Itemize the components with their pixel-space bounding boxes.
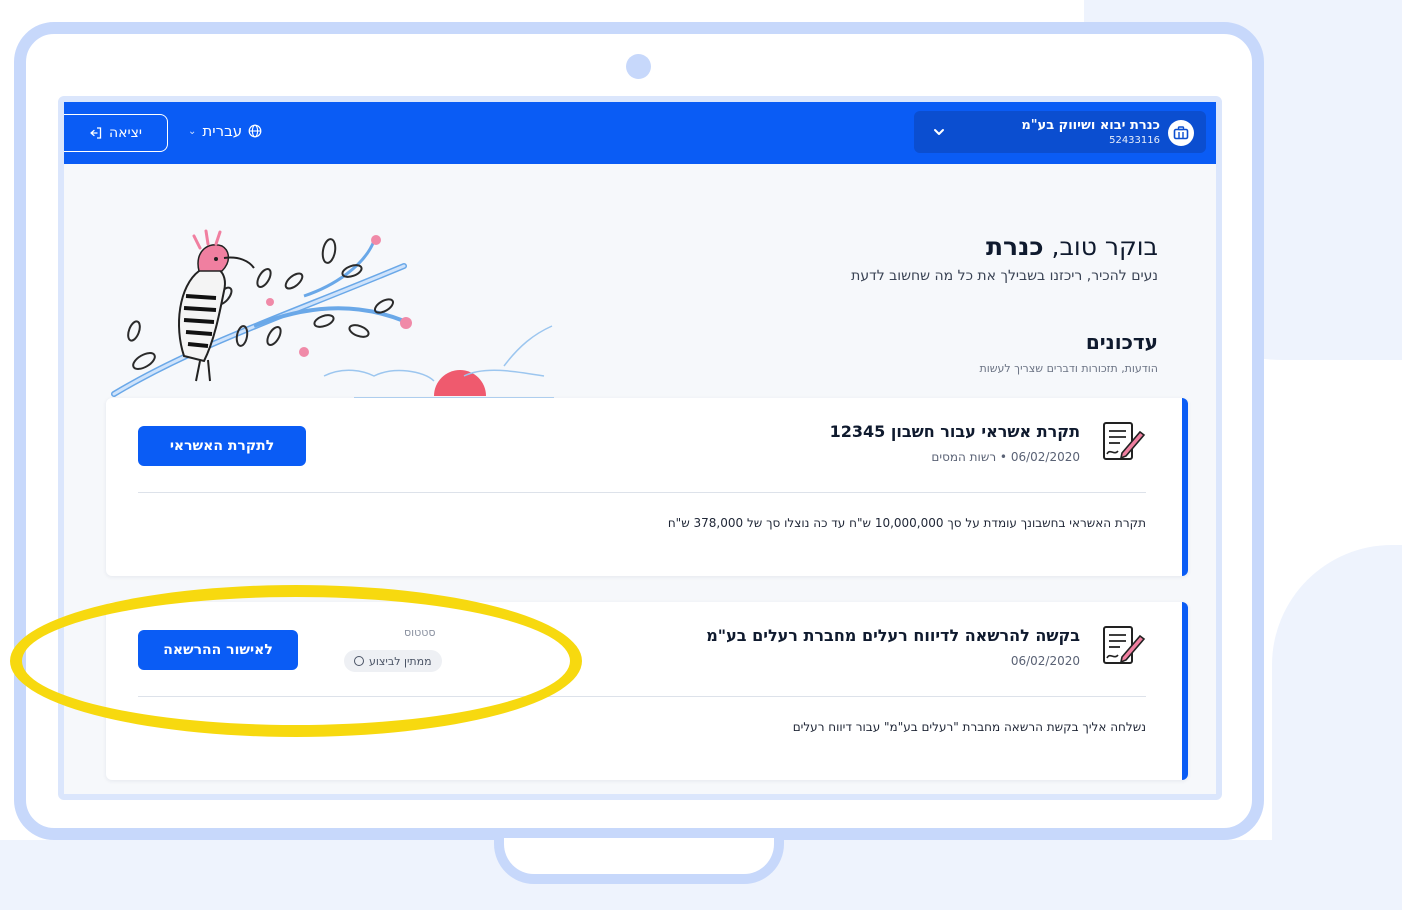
card-description: תקרת האשראי בחשבונך עומדת על סך 10,000,0…	[667, 516, 1146, 530]
greeting-prefix: בוקר טוב,	[1051, 232, 1158, 261]
document-sign-icon	[1103, 422, 1146, 460]
greeting-heading: בוקר טוב, כנרת	[986, 232, 1158, 261]
status-badge: ממתין לביצוע	[344, 650, 442, 672]
card-description: נשלחה אליך בקשת הרשאה מחברת "רעלים בע"מ"…	[792, 720, 1146, 734]
card-title: בקשה להרשאה לדיווח רעלים מחברת רעלים בע"…	[706, 626, 1080, 645]
language-label: עברית	[202, 122, 243, 140]
card-title: תקרת אשראי עבור חשבון 12345	[829, 422, 1080, 441]
laptop-camera	[626, 54, 651, 79]
card-divider	[138, 696, 1146, 697]
card-source: רשות המסים	[931, 450, 997, 464]
pending-circle-icon	[354, 656, 364, 666]
chevron-down-icon: ⌄	[188, 125, 197, 137]
meta-separator: •	[996, 450, 1007, 464]
card-divider	[138, 492, 1146, 493]
app-screen: כנרת יבוא ושיווק בע"מ 52433116 עברית ⌄ י…	[58, 96, 1222, 800]
top-bar: כנרת יבוא ושיווק בע"מ 52433116 עברית ⌄ י…	[64, 102, 1216, 164]
update-card-permission-request: בקשה להרשאה לדיווח רעלים מחברת רעלים בע"…	[106, 602, 1188, 780]
briefcase-icon	[1168, 120, 1194, 146]
card-meta: 06/02/2020 • רשות המסים	[931, 450, 1080, 464]
greeting-subtitle: נעים להכיר, ריכזנו בשבילך את כל מה שחשוב…	[851, 268, 1158, 284]
language-selector[interactable]: עברית ⌄	[188, 122, 262, 140]
update-card-credit-limit: תקרת אשראי עבור חשבון 12345 06/02/2020 •…	[106, 398, 1188, 576]
status-label: סטטוס	[404, 626, 436, 639]
company-name: כנרת יבוא ושיווק בע"מ	[1021, 118, 1160, 133]
status-text: ממתין לביצוע	[369, 654, 432, 668]
globe-icon	[248, 124, 262, 138]
greeting-user-name: כנרת	[985, 232, 1044, 261]
card-date: 06/02/2020	[1010, 450, 1080, 464]
logout-icon	[90, 127, 102, 139]
logout-button[interactable]: יציאה	[64, 114, 168, 152]
document-sign-icon	[1103, 626, 1146, 664]
company-id: 52433116	[1109, 135, 1160, 146]
company-selector[interactable]: כנרת יבוא ושיווק בע"מ 52433116	[914, 111, 1206, 153]
updates-title: עדכונים	[1085, 330, 1158, 354]
card-date: 06/02/2020	[1010, 654, 1080, 668]
chevron-down-icon	[934, 129, 944, 135]
laptop-stand	[494, 838, 784, 884]
hoopoe-illustration	[111, 229, 554, 399]
credit-limit-button[interactable]: לתקרת האשראי	[138, 426, 306, 466]
logout-label: יציאה	[108, 125, 143, 141]
approve-permission-button[interactable]: לאישור ההרשאה	[138, 630, 298, 670]
updates-subtitle: הודעות, תזכורות ודברים שצריך לעשות	[979, 362, 1158, 375]
